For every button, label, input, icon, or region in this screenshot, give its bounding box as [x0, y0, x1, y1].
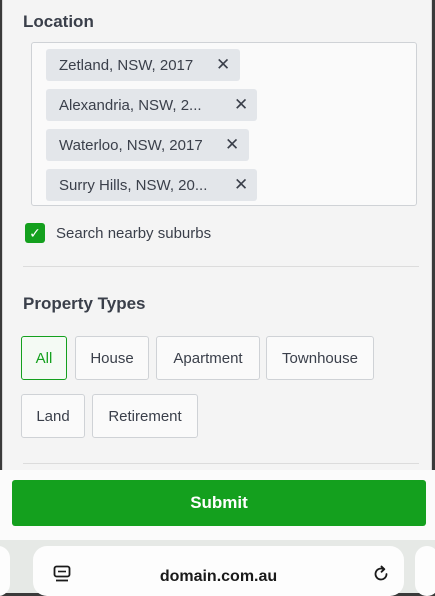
checkmark-icon: ✓ — [29, 224, 41, 241]
previous-tab-preview[interactable] — [0, 546, 10, 596]
location-heading: Location — [23, 12, 94, 31]
property-type-townhouse[interactable]: Townhouse — [266, 336, 374, 380]
chip-label: Waterloo, NSW, 2017 — [59, 136, 203, 154]
chip-remove-icon[interactable]: ✕ — [216, 56, 230, 74]
divider — [23, 266, 419, 267]
property-type-retirement[interactable]: Retirement — [92, 394, 198, 438]
property-type-land[interactable]: Land — [21, 394, 85, 438]
reload-icon[interactable] — [372, 565, 390, 583]
address-bar[interactable]: domain.com.au — [33, 546, 404, 596]
search-nearby-toggle[interactable]: ✓ Search nearby suburbs — [25, 223, 211, 243]
search-nearby-label: Search nearby suburbs — [56, 224, 212, 242]
chip-label: Zetland, NSW, 2017 — [59, 56, 194, 74]
browser-toolbar: domain.com.au — [0, 540, 435, 596]
chip-remove-icon[interactable]: ✕ — [234, 96, 248, 114]
property-types-heading: Property Types — [23, 294, 146, 313]
search-nearby-checkbox[interactable]: ✓ — [25, 223, 45, 243]
chip-remove-icon[interactable]: ✕ — [225, 136, 239, 154]
chip-label: Alexandria, NSW, 2... — [59, 96, 202, 114]
chip-remove-icon[interactable]: ✕ — [234, 176, 248, 194]
property-type-all[interactable]: All — [21, 336, 67, 380]
property-type-apartment[interactable]: Apartment — [156, 336, 260, 380]
location-chip: Surry Hills, NSW, 20... ✕ — [46, 169, 257, 201]
search-filter-panel: Location Zetland, NSW, 2017 ✕ Alexandria… — [2, 0, 432, 470]
location-chip: Zetland, NSW, 2017 ✕ — [46, 49, 240, 81]
location-chip: Waterloo, NSW, 2017 ✕ — [46, 129, 249, 161]
divider — [23, 463, 419, 464]
chip-label: Surry Hills, NSW, 20... — [59, 176, 208, 194]
submit-bar: Submit — [0, 470, 435, 540]
location-input[interactable]: Zetland, NSW, 2017 ✕ Alexandria, NSW, 2.… — [31, 42, 417, 206]
next-tab-preview[interactable] — [415, 546, 435, 596]
submit-button[interactable]: Submit — [12, 480, 426, 526]
location-chip: Alexandria, NSW, 2... ✕ — [46, 89, 257, 121]
property-type-house[interactable]: House — [75, 336, 149, 380]
url-text: domain.com.au — [159, 568, 278, 585]
